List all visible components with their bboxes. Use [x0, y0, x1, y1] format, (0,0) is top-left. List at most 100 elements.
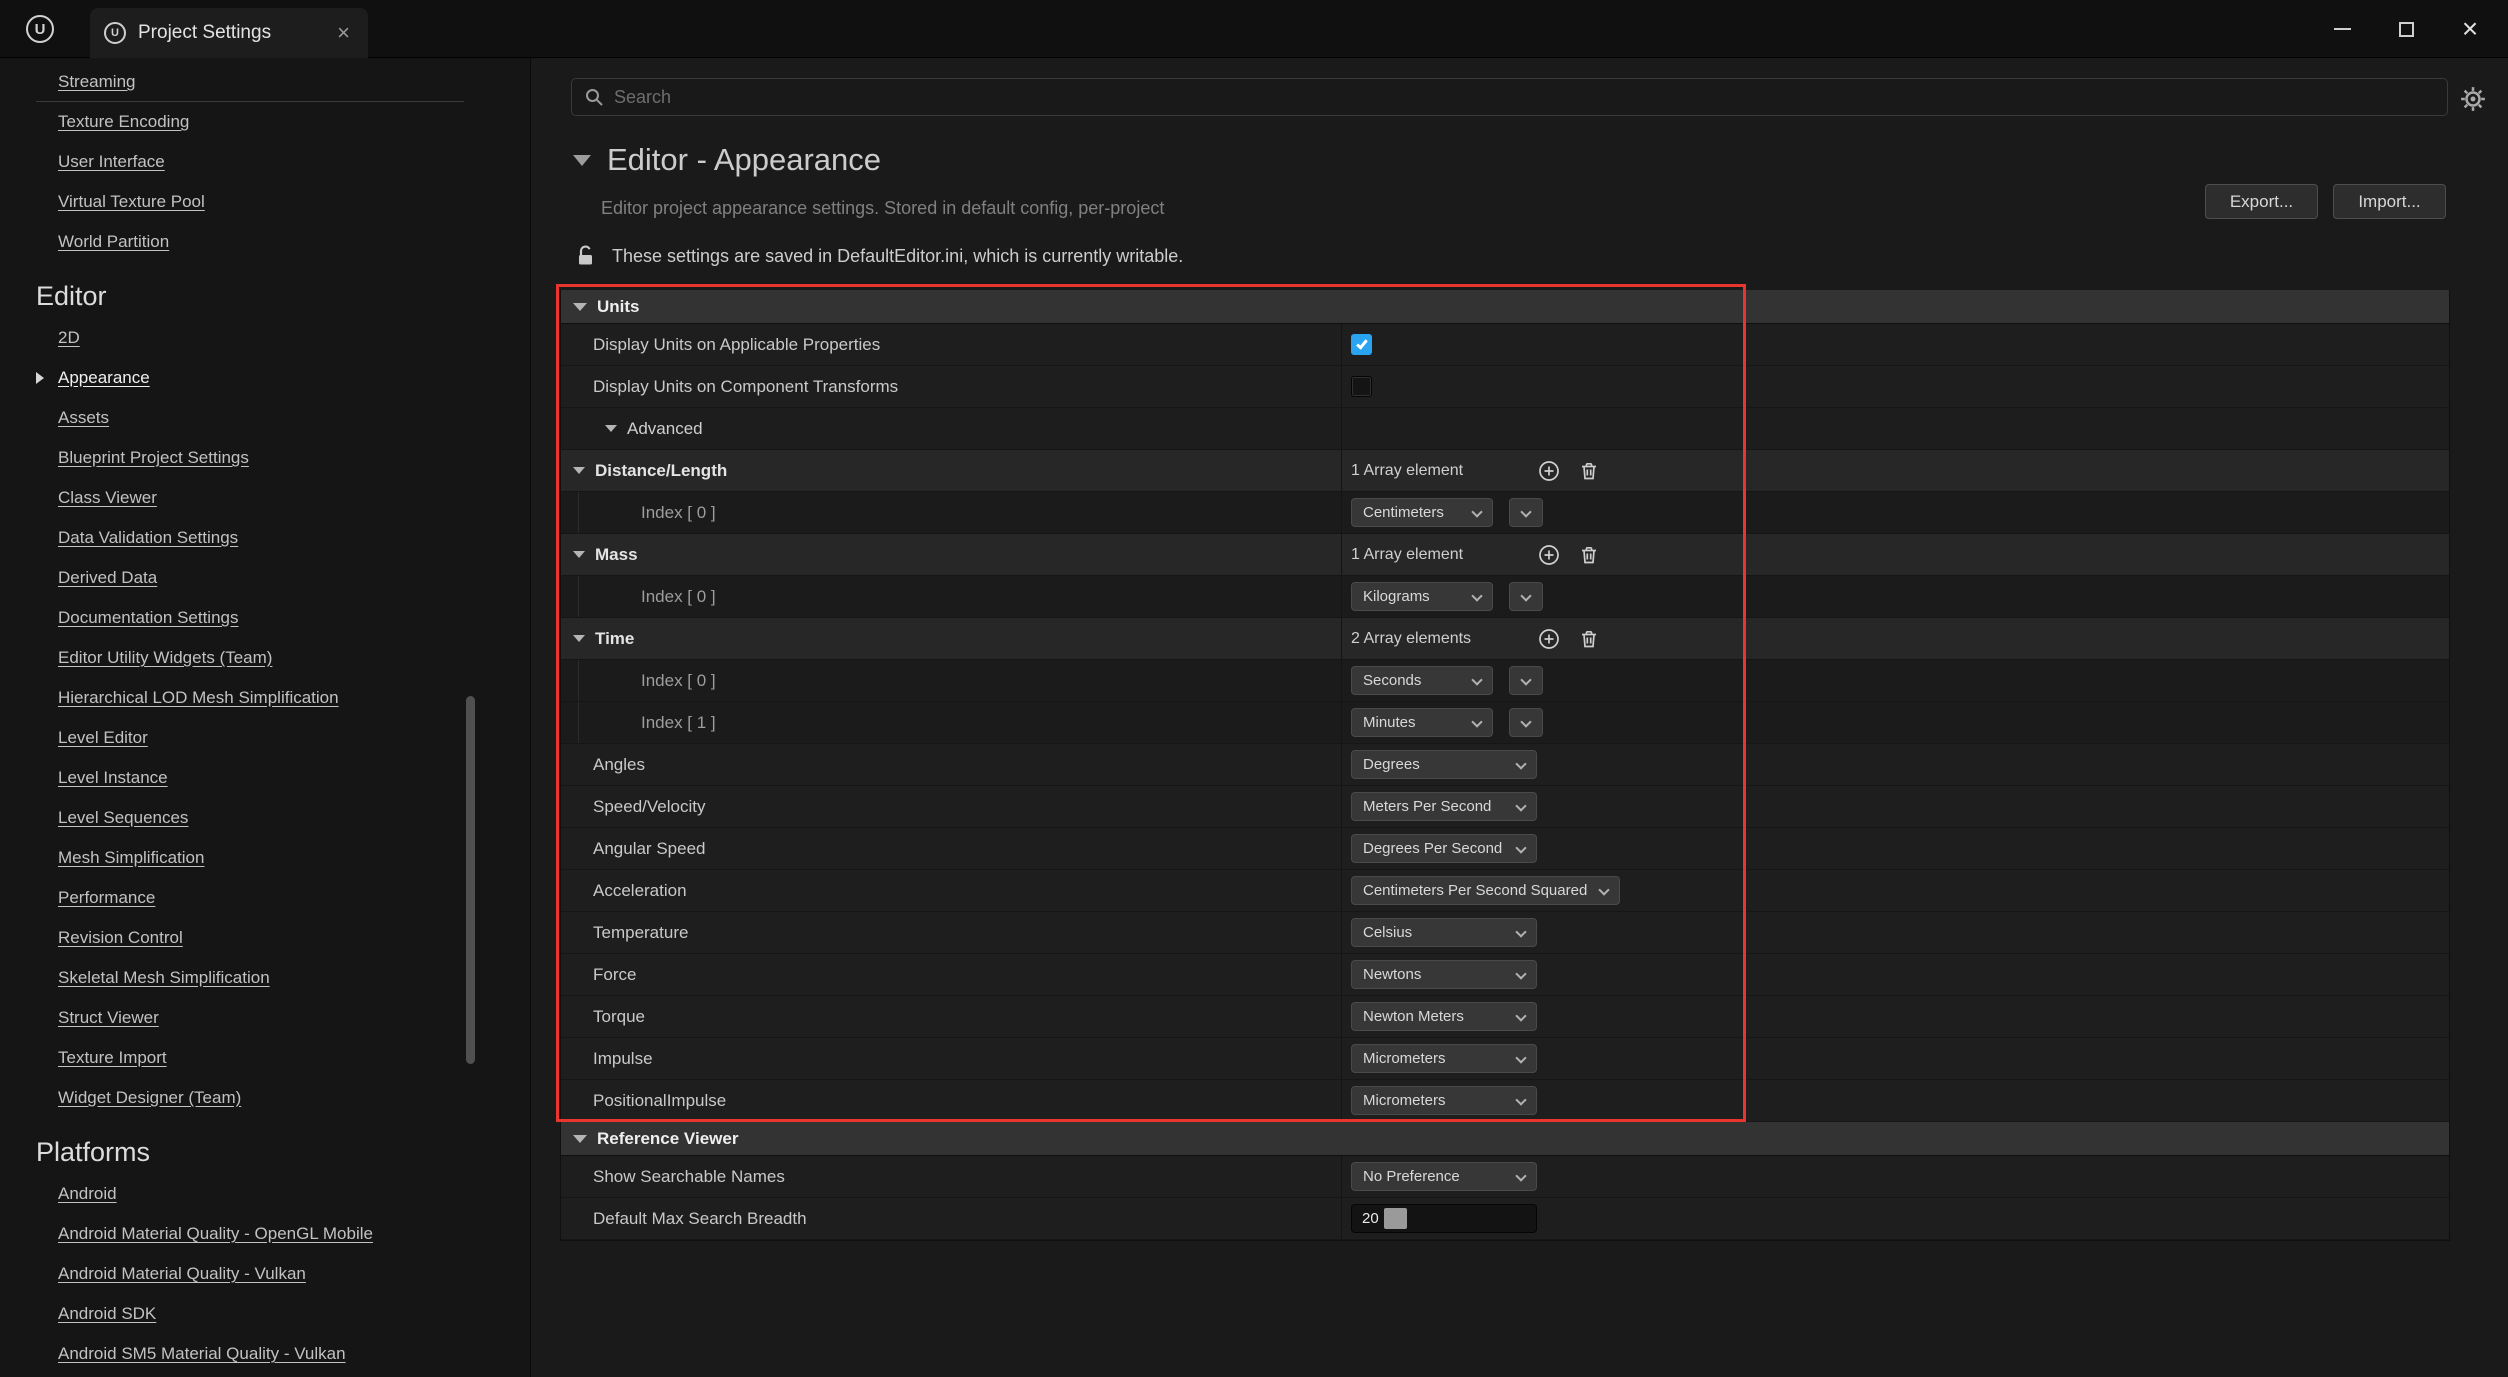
- section-label: Reference Viewer: [597, 1129, 738, 1149]
- row-angular-speed: Angular Speed Degrees Per Second: [561, 828, 2449, 870]
- sidebar-item-struct-viewer[interactable]: Struct Viewer: [0, 998, 530, 1038]
- settings-gear-button[interactable]: [2456, 82, 2490, 116]
- close-button[interactable]: ×: [2438, 0, 2502, 58]
- maximize-icon: [2399, 22, 2414, 37]
- tab-close-icon[interactable]: ×: [333, 22, 354, 44]
- index-label: Index [ 1 ]: [641, 713, 716, 733]
- sidebar-item-user-interface[interactable]: User Interface: [0, 142, 530, 182]
- sidebar-item-level-sequences[interactable]: Level Sequences: [0, 798, 530, 838]
- delete-array-elements-button[interactable]: [1575, 457, 1603, 485]
- element-options-dropdown[interactable]: [1509, 582, 1543, 611]
- setting-label: Speed/Velocity: [593, 797, 705, 817]
- sidebar-item-world-partition[interactable]: World Partition: [0, 222, 530, 262]
- minimize-button[interactable]: [2310, 0, 2374, 58]
- angles-dropdown[interactable]: Degrees: [1351, 750, 1537, 779]
- sidebar-item-appearance[interactable]: Appearance: [0, 358, 530, 398]
- time-unit-dropdown[interactable]: Seconds: [1351, 666, 1493, 695]
- sidebar-item-texture-encoding[interactable]: Texture Encoding: [0, 102, 530, 142]
- sidebar-item-android-sdk[interactable]: Android SDK: [0, 1294, 530, 1334]
- sidebar-item-hierarchical-lod-mesh-simplification[interactable]: Hierarchical LOD Mesh Simplification: [0, 678, 530, 718]
- settings-panel: Units Display Units on Applicable Proper…: [560, 290, 2450, 1241]
- setting-value-cell: Newton Meters: [1342, 996, 2449, 1037]
- sidebar-item-level-editor[interactable]: Level Editor: [0, 718, 530, 758]
- sidebar-item-blueprint-project-settings[interactable]: Blueprint Project Settings: [0, 438, 530, 478]
- sidebar-item-widget-designer[interactable]: Widget Designer (Team): [0, 1078, 530, 1118]
- add-array-element-button[interactable]: [1535, 541, 1563, 569]
- sidebar-item-class-viewer[interactable]: Class Viewer: [0, 478, 530, 518]
- setting-name-cell: Angular Speed: [561, 828, 1342, 869]
- close-icon: ×: [2462, 15, 2478, 43]
- sidebar-item-virtual-texture-pool[interactable]: Virtual Texture Pool: [0, 182, 530, 222]
- sidebar-item-streaming[interactable]: Streaming: [0, 62, 530, 102]
- element-options-dropdown[interactable]: [1509, 666, 1543, 695]
- sidebar-item-derived-data[interactable]: Derived Data: [0, 558, 530, 598]
- sidebar-item-documentation-settings[interactable]: Documentation Settings: [0, 598, 530, 638]
- tab-project-settings[interactable]: U Project Settings ×: [90, 8, 368, 58]
- sidebar-item-skeletal-mesh-simplification[interactable]: Skeletal Mesh Simplification: [0, 958, 530, 998]
- add-array-element-button[interactable]: [1535, 457, 1563, 485]
- sidebar-item-android-sm5-mq-vulkan[interactable]: Android SM5 Material Quality - Vulkan: [0, 1334, 530, 1374]
- row-show-searchable-names: Show Searchable Names No Preference: [561, 1156, 2449, 1198]
- speed-velocity-dropdown[interactable]: Meters Per Second: [1351, 792, 1537, 821]
- sidebar-item-editor-utility-widgets[interactable]: Editor Utility Widgets (Team): [0, 638, 530, 678]
- setting-name-cell: Mass: [561, 534, 1342, 575]
- sidebar-item-level-instance[interactable]: Level Instance: [0, 758, 530, 798]
- sidebar-item-android-mq-vulkan[interactable]: Android Material Quality - Vulkan: [0, 1254, 530, 1294]
- setting-name-cell: Angles: [561, 744, 1342, 785]
- number-slider-handle[interactable]: [1384, 1208, 1407, 1229]
- temperature-dropdown[interactable]: Celsius: [1351, 918, 1537, 947]
- setting-name-cell: Default Max Search Breadth: [561, 1198, 1342, 1239]
- setting-value-cell: [1342, 408, 2449, 449]
- collapse-page-triangle-icon[interactable]: [573, 155, 591, 166]
- setting-value-cell: Minutes: [1342, 702, 2449, 743]
- row-advanced[interactable]: Advanced: [561, 408, 2449, 450]
- chevron-down-icon: [1471, 506, 1482, 517]
- dropdown-value: Meters Per Second: [1363, 798, 1491, 815]
- force-dropdown[interactable]: Newtons: [1351, 960, 1537, 989]
- import-button[interactable]: Import...: [2333, 184, 2446, 219]
- positional-impulse-dropdown[interactable]: Micrometers: [1351, 1086, 1537, 1115]
- distance-unit-dropdown[interactable]: Centimeters: [1351, 498, 1493, 527]
- setting-value-cell: Celsius: [1342, 912, 2449, 953]
- default-max-search-breadth-input[interactable]: 20: [1351, 1204, 1537, 1233]
- sidebar-item-data-validation-settings[interactable]: Data Validation Settings: [0, 518, 530, 558]
- sidebar-item-android-mq-opengl[interactable]: Android Material Quality - OpenGL Mobile: [0, 1214, 530, 1254]
- section-reference-viewer[interactable]: Reference Viewer: [561, 1122, 2449, 1156]
- chevron-down-icon: [1520, 590, 1531, 601]
- setting-name-cell: Acceleration: [561, 870, 1342, 911]
- page-title-row: Editor - Appearance: [573, 142, 881, 178]
- display-units-applicable-checkbox[interactable]: [1351, 334, 1372, 355]
- torque-dropdown[interactable]: Newton Meters: [1351, 1002, 1537, 1031]
- collapse-triangle-icon: [573, 467, 585, 474]
- setting-name-cell: Index [ 0 ]: [561, 492, 1342, 533]
- search-input[interactable]: [614, 87, 2435, 108]
- element-options-dropdown[interactable]: [1509, 708, 1543, 737]
- show-searchable-names-dropdown[interactable]: No Preference: [1351, 1162, 1537, 1191]
- sidebar-scrollbar-thumb[interactable]: [466, 696, 475, 1064]
- add-array-element-button[interactable]: [1535, 625, 1563, 653]
- export-button[interactable]: Export...: [2205, 184, 2318, 219]
- delete-array-elements-button[interactable]: [1575, 625, 1603, 653]
- chevron-down-icon: [1515, 1170, 1526, 1181]
- display-units-component-checkbox[interactable]: [1351, 376, 1372, 397]
- angular-speed-dropdown[interactable]: Degrees Per Second: [1351, 834, 1537, 863]
- delete-array-elements-button[interactable]: [1575, 541, 1603, 569]
- mass-unit-dropdown[interactable]: Kilograms: [1351, 582, 1493, 611]
- acceleration-dropdown[interactable]: Centimeters Per Second Squared: [1351, 876, 1620, 905]
- element-options-dropdown[interactable]: [1509, 498, 1543, 527]
- array-label: Mass: [595, 545, 638, 565]
- sidebar-item-texture-import[interactable]: Texture Import: [0, 1038, 530, 1078]
- sidebar-item-assets[interactable]: Assets: [0, 398, 530, 438]
- sidebar-item-android[interactable]: Android: [0, 1174, 530, 1214]
- time-unit-dropdown[interactable]: Minutes: [1351, 708, 1493, 737]
- maximize-button[interactable]: [2374, 0, 2438, 58]
- row-positional-impulse: PositionalImpulse Micrometers: [561, 1080, 2449, 1122]
- sidebar-item-performance[interactable]: Performance: [0, 878, 530, 918]
- section-units[interactable]: Units: [561, 290, 2449, 324]
- sidebar-item-mesh-simplification[interactable]: Mesh Simplification: [0, 838, 530, 878]
- dropdown-value: Newton Meters: [1363, 1008, 1464, 1025]
- impulse-dropdown[interactable]: Micrometers: [1351, 1044, 1537, 1073]
- chevron-down-icon: [1471, 716, 1482, 727]
- sidebar-item-revision-control[interactable]: Revision Control: [0, 918, 530, 958]
- sidebar-item-2d[interactable]: 2D: [0, 318, 530, 358]
